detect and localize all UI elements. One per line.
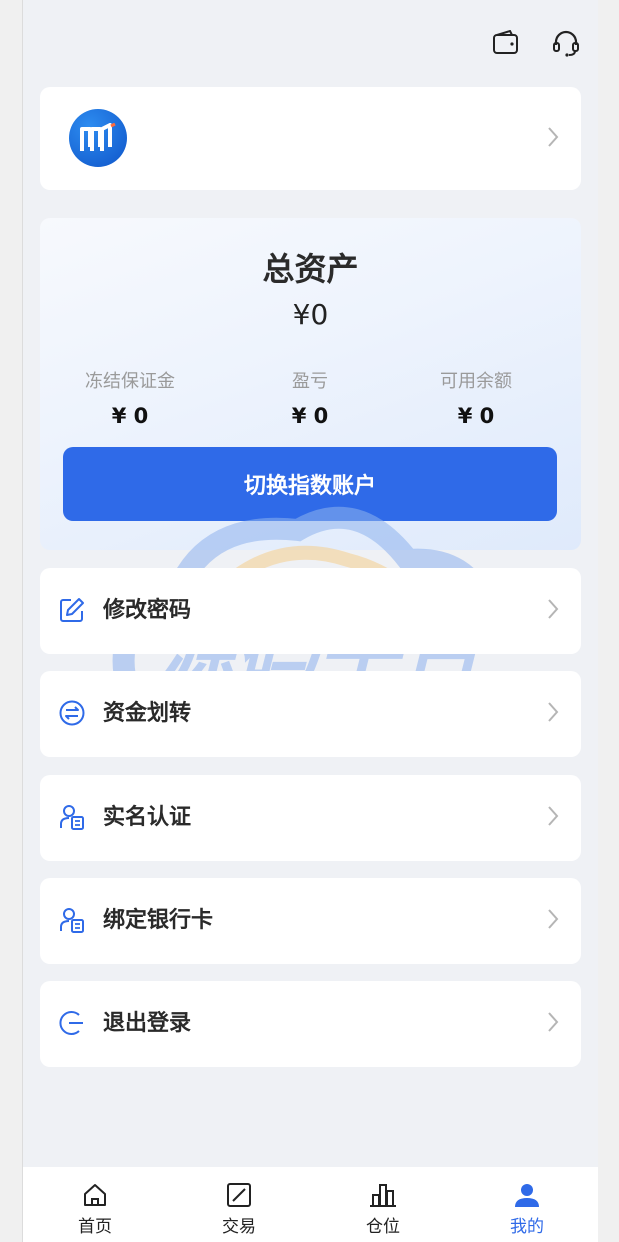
tab-home[interactable]: 首页 (23, 1167, 167, 1242)
top-bar (491, 28, 581, 58)
menu-item-change-password[interactable]: 修改密码 (40, 568, 581, 654)
stat-frozen-margin: 冻结保证金 ¥ 0 (40, 367, 220, 428)
tab-trade[interactable]: 交易 (167, 1167, 311, 1242)
stat-label: 盈亏 (292, 371, 328, 392)
app-screen: 总资产 ¥0 冻结保证金 ¥ 0 盈亏 ¥ 0 可用余额 ¥ 0 切换指数账户 … (22, 0, 598, 1242)
menu-label: 退出登录 (103, 1011, 192, 1036)
stat-label: 可用余额 (440, 371, 512, 392)
stat-available-balance: 可用余额 ¥ 0 (386, 367, 566, 428)
tab-label: 仓位 (366, 1217, 400, 1237)
stat-value: ¥ 0 (111, 404, 149, 428)
id-card-icon (58, 906, 86, 934)
menu-item-bind-bank-card[interactable]: 绑定银行卡 (40, 878, 581, 964)
menu-item-logout[interactable]: 退出登录 (40, 981, 581, 1067)
total-assets-value: ¥0 (292, 298, 329, 331)
menu-item-real-name-verification[interactable]: 实名认证 (40, 775, 581, 861)
id-card-icon (58, 803, 86, 831)
menu-label: 资金划转 (103, 701, 192, 726)
trade-icon (225, 1181, 253, 1209)
home-icon (81, 1181, 109, 1209)
logout-icon (58, 1009, 86, 1037)
chevron-right-icon (547, 126, 559, 152)
assets-title: 总资产 (262, 250, 359, 288)
stat-label: 冻结保证金 (85, 371, 175, 392)
position-icon (369, 1181, 397, 1209)
tab-label: 交易 (222, 1217, 256, 1237)
chevron-right-icon (547, 805, 559, 831)
stat-value: ¥ 0 (291, 404, 329, 428)
headset-icon[interactable] (551, 28, 581, 58)
bottom-tab-bar: 首页 交易 仓位 我的 (23, 1167, 598, 1242)
transfer-icon (58, 699, 86, 727)
tab-label: 首页 (78, 1217, 112, 1237)
switch-index-account-button[interactable]: 切换指数账户 (63, 447, 557, 521)
chevron-right-icon (547, 598, 559, 624)
stat-value: ¥ 0 (457, 404, 495, 428)
tab-mine[interactable]: 我的 (455, 1167, 598, 1242)
menu-item-fund-transfer[interactable]: 资金划转 (40, 671, 581, 757)
edit-icon (58, 596, 86, 624)
menu-label: 实名认证 (103, 805, 192, 830)
menu-label: 绑定银行卡 (103, 908, 214, 933)
tab-position[interactable]: 仓位 (311, 1167, 455, 1242)
assets-card: 总资产 ¥0 冻结保证金 ¥ 0 盈亏 ¥ 0 可用余额 ¥ 0 切换指数账户 (40, 218, 581, 550)
app-logo (69, 109, 127, 167)
wallet-icon[interactable] (491, 28, 521, 58)
tab-label: 我的 (510, 1217, 544, 1237)
chevron-right-icon (547, 701, 559, 727)
menu-label: 修改密码 (103, 598, 192, 623)
profile-card[interactable] (40, 87, 581, 190)
chevron-right-icon (547, 908, 559, 934)
chevron-right-icon (547, 1011, 559, 1037)
user-icon (513, 1181, 541, 1209)
stat-profit-loss: 盈亏 ¥ 0 (220, 367, 400, 428)
